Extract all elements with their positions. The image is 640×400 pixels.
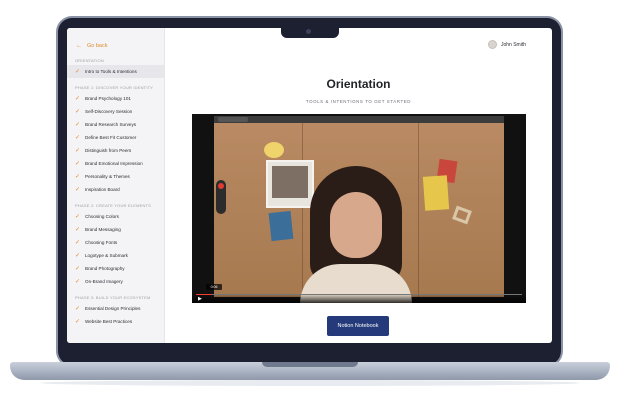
section-title-phase-1: PHASE 1: DISCOVER YOUR IDENTITY [75,85,154,90]
video-timestamp: 0:06 [206,284,222,290]
lesson-label: Define Best Fit Customer [85,135,137,140]
lesson-label: Inspiration Board [85,187,120,192]
check-icon: ✓ [75,253,81,259]
go-back-label: Go back [87,43,108,49]
lesson-item[interactable]: ✓ Logotype & Submark [67,249,164,262]
lesson-label: Personality & Themes [85,174,130,179]
video-progress-fill [196,294,213,295]
wall-card [268,210,294,242]
check-icon: ✓ [75,227,81,233]
lesson-item[interactable]: ✓ Website Best Practices [67,315,164,328]
check-icon: ✓ [75,187,81,193]
page-subtitle: TOOLS & INTENTIONS TO GET STARTED [305,99,412,104]
lesson-label: Brand Research Surveys [85,122,137,127]
presenter-face [330,192,382,258]
check-icon: ✓ [75,96,81,102]
video-player[interactable]: 0:06 ▶ [192,114,526,303]
lesson-item[interactable]: ✓ Brand Messaging [67,223,164,236]
section-title-phase-2: PHASE 2: CREATE YOUR ELEMENTS [75,203,152,208]
lesson-item[interactable]: ✓ Choosing Colors [67,210,164,223]
play-icon[interactable]: ▶ [198,296,202,302]
recording-widget [216,180,226,214]
browser-tab [218,117,248,122]
lesson-label: Brand Emotional Impression [85,161,143,166]
course-sidebar: ← Go back ORIENTATION ✓ Intro to Tools &… [67,28,165,343]
lesson-item[interactable]: ✓ Choosing Fonts [67,236,164,249]
go-back-link[interactable]: ← Go back [67,41,164,51]
lesson-item[interactable]: ✓ Brand Research Surveys [67,118,164,131]
wall-seam [418,123,419,297]
lesson-label: Choosing Fonts [85,240,118,245]
lesson-label: On-Brand Imagery [85,279,123,284]
lesson-item[interactable]: ✓ Brand Emotional Impression [67,157,164,170]
check-icon: ✓ [75,279,81,285]
screen-recording-browser-bar [214,116,504,123]
lesson-item[interactable]: ✓ Define Best Fit Customer [67,131,164,144]
check-icon: ✓ [75,122,81,128]
page-title: Orientation [326,77,391,91]
lesson-label: Logotype & Submark [85,253,128,258]
section-title-phase-3: PHASE 3: BUILD YOUR ECOSYSTEM [75,295,151,300]
lamp-shade [264,142,284,158]
lesson-item[interactable]: ✓ Essential Design Principles [67,302,164,315]
lesson-label: Website Best Practices [85,319,133,324]
check-icon: ✓ [75,319,81,325]
lesson-item[interactable]: ✓ Inspiration Board [67,183,164,196]
check-icon: ✓ [75,306,81,312]
check-icon: ✓ [75,109,81,115]
lesson-item[interactable]: ✓ Brand Photography [67,262,164,275]
wall-poster [422,175,450,211]
lesson-label: Self-Discovery Session [85,109,133,114]
check-icon: ✓ [75,266,81,272]
check-icon: ✓ [75,161,81,167]
check-icon: ✓ [75,69,81,75]
laptop-screen: ← Go back ORIENTATION ✓ Intro to Tools &… [67,28,552,343]
lesson-label: Brand Messaging [85,227,121,232]
lesson-item[interactable]: ✓ Self-Discovery Session [67,105,164,118]
video-controls [192,294,526,303]
lesson-label: Brand Psychology 101 [85,96,131,101]
lesson-label: Brand Photography [85,266,125,271]
lesson-label: Essential Design Principles [85,306,141,311]
lesson-item[interactable]: ✓ Personality & Themes [67,170,164,183]
lesson-label: Choosing Colors [85,214,119,219]
lesson-item[interactable]: ✓ Distinguish from Peers [67,144,164,157]
lesson-item[interactable]: ✓ Brand Psychology 101 [67,92,164,105]
camera-icon [306,29,311,34]
lesson-item[interactable]: ✓ Intro to Tools & Intentions [67,65,164,78]
check-icon: ✓ [75,135,81,141]
check-icon: ✓ [75,214,81,220]
video-progress-bar[interactable] [196,294,522,295]
lesson-item[interactable]: ✓ On-Brand Imagery [67,275,164,288]
lesson-label: Intro to Tools & Intentions [85,69,137,74]
laptop-hinge-lip [262,362,358,367]
wall-seam [302,123,303,297]
check-icon: ✓ [75,174,81,180]
check-icon: ✓ [75,240,81,246]
wall-photo [266,160,314,208]
section-title-orientation: ORIENTATION [75,58,104,63]
notion-notebook-button[interactable]: Notion Notebook [327,316,389,336]
lesson-content: Orientation TOOLS & INTENTIONS TO GET ST… [165,28,552,343]
lesson-label: Distinguish from Peers [85,148,132,153]
laptop-shadow [40,380,580,386]
record-icon [218,183,224,189]
arrow-left-icon: ← [76,43,82,49]
check-icon: ✓ [75,148,81,154]
